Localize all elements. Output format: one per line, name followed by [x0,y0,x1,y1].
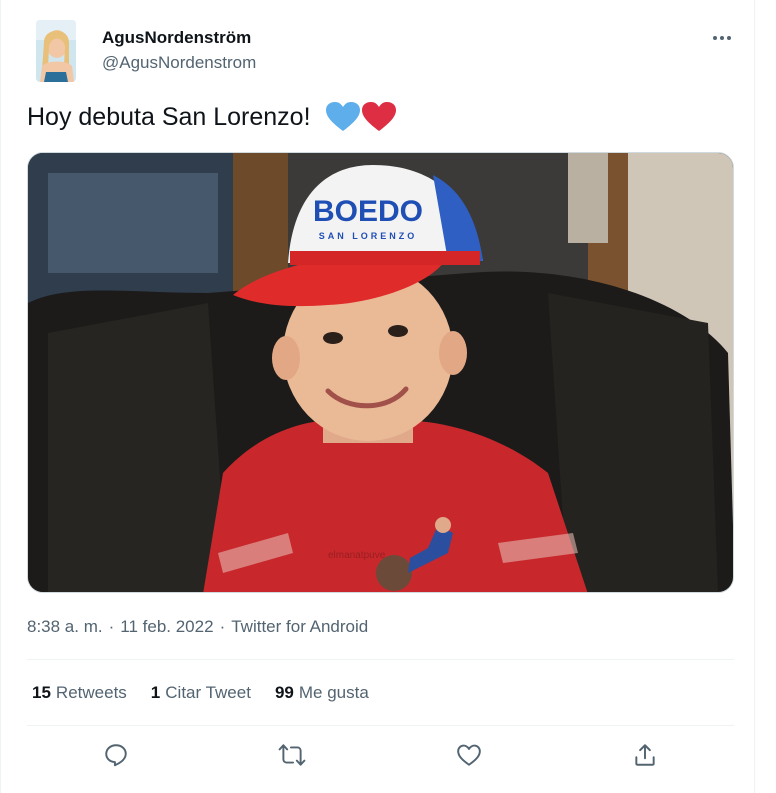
tweet-date[interactable]: 11 feb. 2022 [120,617,213,637]
more-options-button[interactable] [708,26,736,50]
tweet-source-link[interactable]: Twitter for Android [231,617,368,637]
emoji-group [325,101,397,133]
tweet-meta: 8:38 a. m. · 11 feb. 2022 · Twitter for … [27,617,368,637]
red-heart-icon [361,102,396,131]
username[interactable]: @AgusNordenstrom [102,53,256,73]
frame-border-left [0,0,1,793]
divider [27,659,734,660]
action-bar [27,738,734,772]
cap-text: BOEDO [313,195,423,228]
quotes-stat[interactable]: 1 Citar Tweet [151,683,251,703]
retweet-button[interactable] [275,738,309,772]
reply-button[interactable] [99,738,133,772]
meta-separator: · [108,617,115,636]
display-name[interactable]: AgusNordenström [102,28,251,48]
retweets-label: Retweets [55,683,127,702]
quotes-label: Citar Tweet [165,683,251,702]
cap-subtext: SAN LORENZO [319,231,418,241]
retweets-count: 15 [32,683,51,702]
tweet-stats: 15 Retweets 1 Citar Tweet 99 Me gusta [32,683,369,703]
tweet-media-image[interactable]: BOEDO SAN LORENZO elmanatpuve [27,152,734,593]
quotes-count: 1 [150,683,161,702]
retweets-stat[interactable]: 15 Retweets [32,683,127,703]
avatar[interactable] [36,20,76,82]
blue-heart-icon [325,102,360,131]
divider [27,725,734,726]
share-button[interactable] [628,738,662,772]
retweet-icon [278,744,306,766]
likes-count: 99 [274,683,294,702]
tweet-text-row: Hoy debuta San Lorenzo! [27,101,397,133]
share-icon [635,744,655,766]
likes-stat[interactable]: 99 Me gusta [275,683,369,703]
tweet-card: AgusNordenström @AgusNordenstrom Hoy deb… [0,0,776,793]
meta-separator-2: · [219,617,226,636]
more-icon [713,36,731,40]
tweet-time[interactable]: 8:38 a. m. [27,617,103,637]
likes-label: Me gusta [298,683,369,702]
media-watermark: elmanatpuve [328,550,386,561]
like-button[interactable] [452,738,486,772]
frame-border-right [754,0,755,793]
tweet-text: Hoy debuta San Lorenzo! [27,102,311,131]
reply-icon [105,744,127,767]
like-icon [457,744,481,766]
